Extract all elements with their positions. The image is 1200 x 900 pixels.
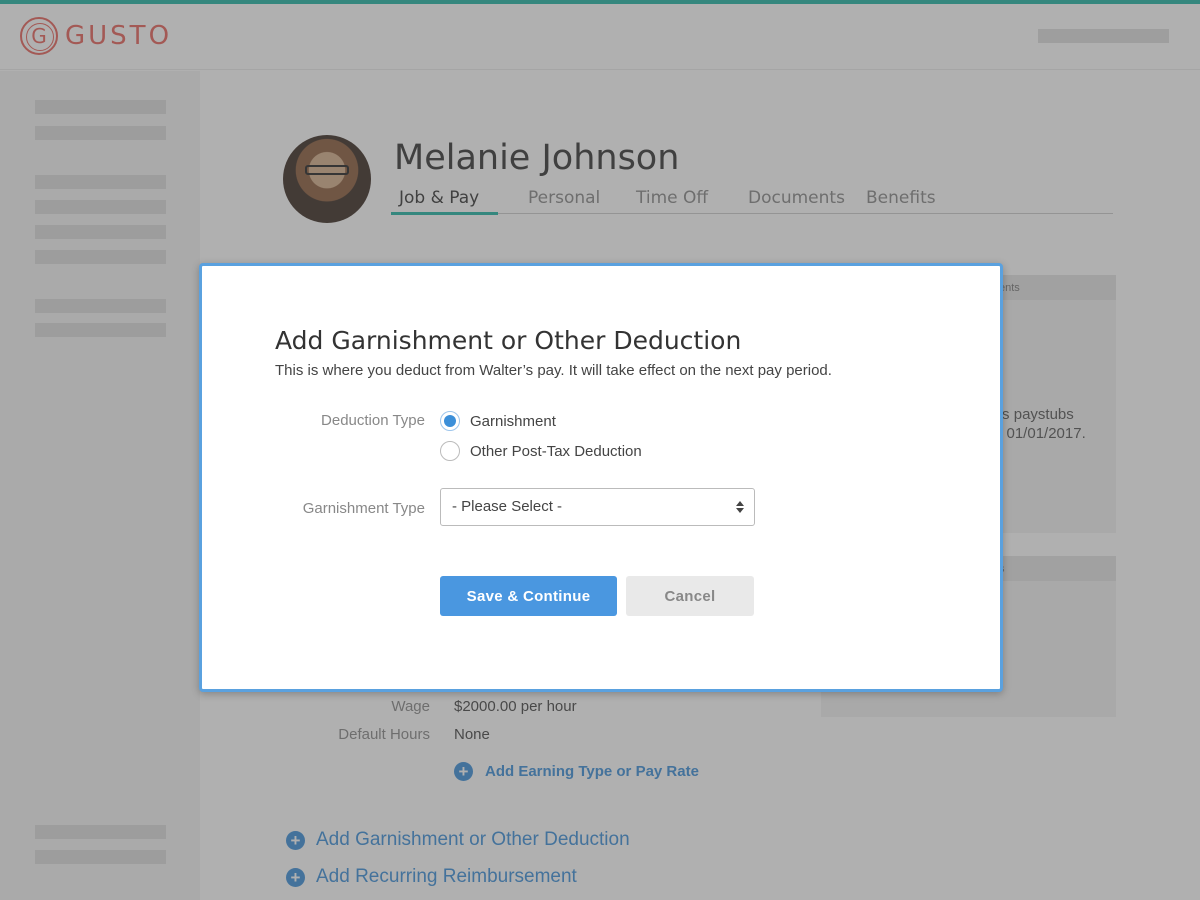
cancel-button[interactable]: Cancel (626, 576, 754, 616)
garnishment-type-select[interactable]: - Please Select - (440, 488, 755, 526)
select-arrows-icon (735, 498, 745, 516)
deduction-modal: Add Garnishment or Other Deduction This … (199, 263, 1003, 692)
save-continue-button[interactable]: Save & Continue (440, 576, 617, 616)
radio-other-post-tax[interactable]: Other Post-Tax Deduction (440, 441, 642, 461)
radio-other-post-tax-label: Other Post-Tax Deduction (470, 442, 642, 460)
deduction-type-label: Deduction Type (321, 412, 425, 429)
radio-button-selected[interactable] (440, 411, 460, 431)
select-value: - Please Select - (452, 498, 563, 515)
radio-button[interactable] (440, 441, 460, 461)
modal-subtitle: This is where you deduct from Walter’s p… (275, 362, 832, 379)
radio-garnishment[interactable]: Garnishment (440, 411, 556, 431)
garnishment-type-label: Garnishment Type (302, 500, 425, 517)
modal-title: Add Garnishment or Other Deduction (275, 326, 742, 355)
radio-garnishment-label: Garnishment (470, 412, 556, 430)
